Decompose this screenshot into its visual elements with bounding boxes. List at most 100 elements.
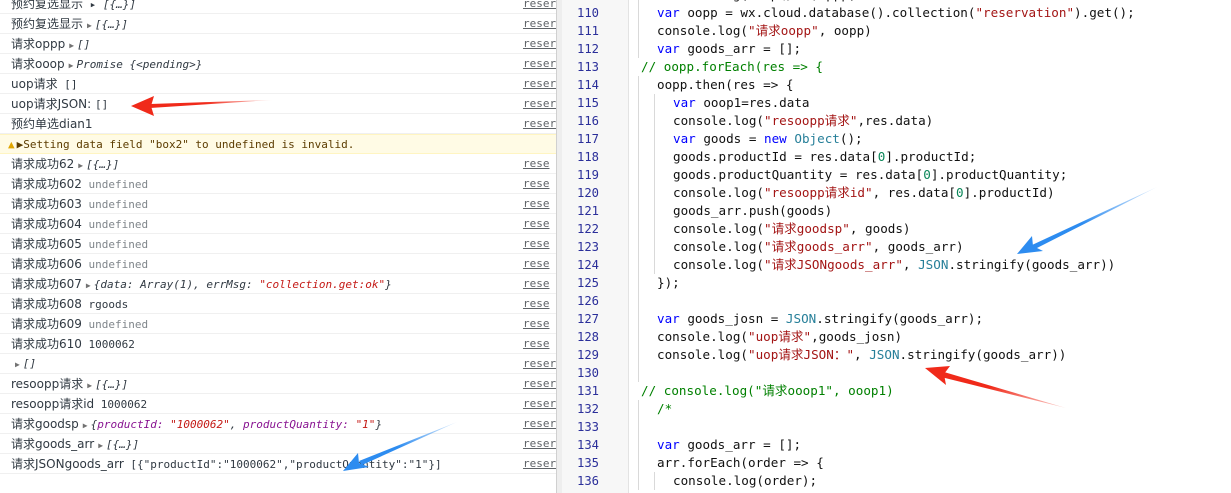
expand-triangle-icon[interactable]: ▶ [98, 436, 103, 453]
console-log-row[interactable]: uop请求JSON: [] reserv [0, 94, 556, 114]
code-line[interactable]: 127 var goods_josn = JSON.stringify(goods… [562, 310, 1231, 328]
code-line[interactable]: 132 /* [562, 400, 1231, 418]
console-warning-row[interactable]: ▲ ▶Setting data field "box2" to undefined… [0, 134, 556, 154]
console-log-row[interactable]: 请求ooop ▶Promise {<pending>} reserv [0, 54, 556, 74]
console-log-row[interactable]: 请求oppp▶[] reserv [0, 34, 556, 54]
code-line[interactable]: 118 goods.productId = res.data[0].product… [562, 148, 1231, 166]
code-line[interactable]: 123 console.log("请求goods_arr", goods_arr) [562, 238, 1231, 256]
line-number: 130 [576, 366, 599, 380]
code-text: console.log(order); [673, 472, 817, 490]
source-link[interactable]: rese [523, 274, 556, 293]
expand-triangle-icon[interactable]: ▶ [15, 355, 20, 373]
expand-triangle-icon[interactable]: ▶ [86, 276, 91, 293]
source-link[interactable]: reserv [523, 94, 556, 113]
source-link[interactable]: reser [523, 414, 556, 433]
code-line[interactable]: 112 var goods_arr = []; [562, 40, 1231, 58]
console-log-row[interactable]: uop请求 [] reserv [0, 74, 556, 94]
source-link[interactable]: reser [523, 114, 556, 133]
source-link[interactable]: reserv [523, 74, 556, 93]
expand-triangle-icon[interactable]: ▶ [87, 16, 92, 33]
code-line[interactable]: 134 var goods_arr = []; [562, 436, 1231, 454]
code-line[interactable]: 120 console.log("resoopp请求id", res.data[0… [562, 184, 1231, 202]
source-link[interactable]: reser [523, 454, 556, 473]
source-link[interactable]: rese [523, 234, 556, 253]
code-lines[interactable]: console.log("uop请求",oppp) 110 var oopp = w… [562, 0, 1231, 490]
code-line[interactable]: 124 console.log("请求JSONgoods_arr", JSON.s… [562, 256, 1231, 274]
code-line[interactable]: 126 [562, 292, 1231, 310]
console-log-row[interactable]: 请求成功609 undefined rese [0, 314, 556, 334]
source-link[interactable]: reserv [523, 34, 556, 53]
code-line[interactable]: 129 console.log("uop请求JSON：", JSON.string… [562, 346, 1231, 364]
source-link[interactable]: rese [523, 294, 556, 313]
source-link[interactable]: rese [523, 214, 556, 233]
console-log-row[interactable]: 请求成功604 undefined rese [0, 214, 556, 234]
console-message-list[interactable]: 预约复选显示 ▸ [{…}] reser 预约复选显示 ▶ [{…}] reser 请求op… [0, 0, 556, 474]
source-link[interactable]: rese [523, 194, 556, 213]
console-log-row[interactable]: ▶[] reser [0, 354, 556, 374]
code-line[interactable]: 122 console.log("请求goodsp", goods) [562, 220, 1231, 238]
console-log-row[interactable]: 预约单选dian1 reser [0, 114, 556, 134]
code-line[interactable]: 135 arr.forEach(order => { [562, 454, 1231, 472]
console-text: 预约复选显示 [11, 0, 84, 11]
console-log-row[interactable]: 请求成功608 rgoods rese [0, 294, 556, 314]
code-line[interactable]: 116 console.log("resoopp请求",res.data) [562, 112, 1231, 130]
console-log-row[interactable]: 请求成功606 undefined rese [0, 254, 556, 274]
indent-guide [638, 292, 639, 310]
code-line[interactable]: 111 console.log("请求oopp", oopp) [562, 22, 1231, 40]
code-token: var [657, 5, 688, 20]
code-line[interactable]: 115 var ooop1=res.data [562, 94, 1231, 112]
console-log-row[interactable]: 请求成功605 undefined rese [0, 234, 556, 254]
console-log-row[interactable]: 请求成功603 undefined rese [0, 194, 556, 214]
code-line[interactable]: 113 // oopp.forEach(res => { [562, 58, 1231, 76]
source-link[interactable]: reser [523, 394, 556, 413]
source-link[interactable]: reser [523, 354, 556, 373]
console-log-row[interactable]: resoopp请求 ▶ [{…}] reser [0, 374, 556, 394]
source-link[interactable]: reser [523, 374, 556, 393]
code-token: JSON [785, 311, 817, 326]
source-link[interactable]: reser [523, 0, 556, 13]
console-log-row[interactable]: 请求goodsp ▶ {productId: "1000062", productQ… [0, 414, 556, 434]
console-log-row[interactable]: 请求成功610 1000062 rese [0, 334, 556, 354]
expand-triangle-icon[interactable]: ▶ [69, 56, 74, 73]
code-text: var goods_arr = []; [657, 436, 801, 454]
code-line[interactable]: 119 goods.productQuantity = res.data[0].p… [562, 166, 1231, 184]
source-link[interactable]: reserv [523, 54, 556, 73]
console-log-row[interactable]: 请求成功602 undefined rese [0, 174, 556, 194]
console-log-row[interactable]: resoopp请求id 1000062 reser [0, 394, 556, 414]
console-log-row[interactable]: 请求成功607 ▶ {data: Array(1), errMsg: "collec… [0, 274, 556, 294]
code-line[interactable]: 128 console.log("uop请求",goods_josn) [562, 328, 1231, 346]
code-line[interactable]: 125}); [562, 274, 1231, 292]
code-token: console.log(order); [673, 473, 818, 488]
code-line[interactable]: 114 oopp.then(res => { [562, 76, 1231, 94]
source-link[interactable]: reser [523, 434, 556, 453]
source-link[interactable]: rese [523, 314, 556, 333]
code-line[interactable]: 121 goods_arr.push(goods) [562, 202, 1231, 220]
code-line[interactable]: 110 var oopp = wx.cloud.database().collec… [562, 4, 1231, 22]
source-link[interactable]: rese [523, 154, 556, 173]
expand-triangle-icon[interactable]: ▶ [87, 376, 92, 393]
console-log-row[interactable]: 预约复选显示 ▸ [{…}] reser [0, 0, 556, 14]
code-line[interactable]: 136 console.log(order); [562, 472, 1231, 490]
indent-guide [654, 472, 655, 490]
code-line[interactable]: 133 [562, 418, 1231, 436]
expand-triangle-icon[interactable]: ▶ [69, 36, 74, 53]
indent-guide [638, 256, 639, 274]
expand-triangle-icon[interactable]: ▶ [78, 156, 83, 173]
console-log-row[interactable]: 请求JSONgoods_arr [{"productId":"1000062",… [0, 454, 556, 474]
code-editor[interactable]: console.log("uop请求",oppp) 110 var oopp = w… [562, 0, 1231, 493]
source-link[interactable]: rese [523, 174, 556, 193]
console-log-row[interactable]: 请求goods_arr ▶ [{…}] reser [0, 434, 556, 454]
console-log-row[interactable]: 预约复选显示 ▶ [{…}] reser [0, 14, 556, 34]
console-log-row[interactable]: 请求成功62 ▶ [{…}] rese [0, 154, 556, 174]
console-text: ▸ [{…}] [83, 0, 136, 11]
console-text: 请求成功604 [11, 217, 82, 231]
code-line[interactable]: 117 var goods = new Object(); [562, 130, 1231, 148]
code-line[interactable]: 130 [562, 364, 1231, 382]
code-text: console.log("请求JSONgoods_arr", JSON.stri… [673, 256, 1115, 274]
source-link[interactable]: rese [523, 334, 556, 353]
source-link[interactable]: reser [523, 14, 556, 33]
source-link[interactable]: rese [523, 254, 556, 273]
code-line[interactable]: 131 // console.log("请求ooop1", ooop1) [562, 382, 1231, 400]
expand-triangle-icon[interactable]: ▶ [83, 416, 88, 433]
code-token: , [902, 257, 919, 272]
